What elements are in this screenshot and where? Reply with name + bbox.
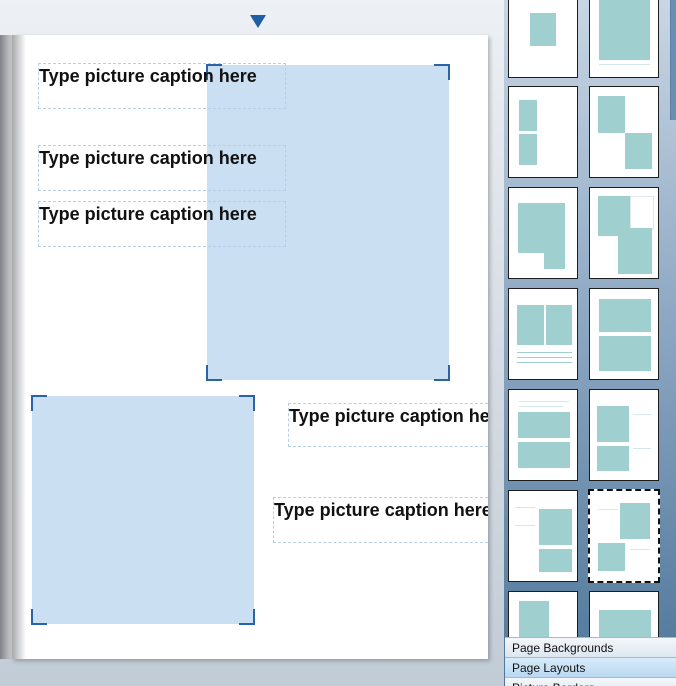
page-workspace: Type picture caption here Type picture c… <box>0 0 504 686</box>
caption-box[interactable]: Type picture caption here <box>273 497 488 543</box>
caption-text: Type picture caption here <box>39 204 257 224</box>
layout-thumbnail[interactable] <box>508 0 578 78</box>
layout-caption-line <box>598 509 618 510</box>
layout-photo-slot <box>544 245 565 269</box>
layout-caption-line <box>633 448 651 449</box>
layout-thumbnail[interactable] <box>589 0 659 78</box>
layout-thumbnail[interactable] <box>508 490 578 582</box>
album-page: Type picture caption here Type picture c… <box>12 35 488 659</box>
layout-photo-slot <box>630 196 654 230</box>
layout-photo-slot <box>599 299 651 332</box>
layout-photo-slot <box>519 601 549 641</box>
layout-thumbnail-selected[interactable] <box>588 489 660 583</box>
layout-photo-slot <box>518 412 570 438</box>
layout-thumbnail[interactable] <box>589 389 659 481</box>
layout-photo-slot <box>598 543 625 571</box>
layout-caption-line <box>630 549 650 550</box>
layout-photo-slot <box>539 549 572 572</box>
caption-box[interactable]: Type picture caption here <box>38 145 286 191</box>
layout-photo-slot <box>618 228 652 274</box>
layout-caption-line <box>519 406 563 407</box>
layout-caption-line <box>517 357 572 358</box>
layout-caption-line <box>517 352 572 353</box>
caption-text: Type picture caption here <box>289 406 488 426</box>
resize-handle[interactable] <box>206 365 222 381</box>
photo-placeholder-small[interactable] <box>31 395 255 625</box>
caption-box[interactable]: Type picture caption here <box>38 201 286 247</box>
layout-thumbnail[interactable] <box>508 187 578 279</box>
layout-caption-line <box>517 362 572 363</box>
resize-handle[interactable] <box>434 64 450 80</box>
layout-photo-slot <box>598 96 625 133</box>
page-gutter-shadow <box>12 35 26 659</box>
resize-handle[interactable] <box>31 609 47 625</box>
resize-handle[interactable] <box>239 395 255 411</box>
layout-photo-slot <box>599 336 651 371</box>
layout-photo-slot <box>546 305 572 345</box>
panel-scrollbar[interactable] <box>670 0 676 120</box>
layout-photo-slot <box>519 100 537 131</box>
layout-caption-line <box>515 525 535 526</box>
layout-photo-slot <box>539 509 572 545</box>
layout-photo-slot <box>518 442 570 468</box>
caption-text: Type picture caption here <box>39 66 257 86</box>
resize-handle[interactable] <box>434 365 450 381</box>
layout-photo-slot <box>530 13 556 46</box>
layout-thumbnail[interactable] <box>508 389 578 481</box>
layout-caption-line <box>599 64 650 65</box>
layout-thumbnail[interactable] <box>508 86 578 178</box>
layout-caption-line <box>515 507 535 508</box>
tab-page-backgrounds[interactable]: Page Backgrounds <box>505 637 676 657</box>
caption-text: Type picture caption here <box>39 148 257 168</box>
layout-photo-slot <box>517 305 544 345</box>
layout-thumbnail[interactable] <box>508 288 578 380</box>
resize-handle[interactable] <box>31 395 47 411</box>
page-position-marker-icon[interactable] <box>250 15 266 28</box>
layout-caption-line <box>519 401 569 402</box>
layout-photo-slot <box>620 503 650 539</box>
tab-picture-borders[interactable]: Picture Borders <box>505 677 676 686</box>
layout-photo-slot <box>597 446 629 471</box>
caption-box[interactable]: Type picture caption here <box>288 403 488 447</box>
layout-photo-slot <box>519 134 537 165</box>
panel-tab-strip: Page Backgrounds Page Layouts Picture Bo… <box>505 637 676 686</box>
layout-photo-slot <box>597 406 629 442</box>
tab-page-layouts[interactable]: Page Layouts <box>505 657 676 677</box>
app-window: Type picture caption here Type picture c… <box>0 0 676 686</box>
resize-handle[interactable] <box>239 609 255 625</box>
layout-photo-slot <box>625 133 652 169</box>
page-layouts-panel <box>504 0 676 686</box>
layout-thumbnail[interactable] <box>589 86 659 178</box>
caption-text: Type picture caption here <box>274 500 488 520</box>
layout-thumbnail[interactable] <box>589 187 659 279</box>
layout-photo-slot <box>599 0 650 60</box>
caption-box[interactable]: Type picture caption here <box>38 63 286 109</box>
layout-thumbnail[interactable] <box>589 288 659 380</box>
layout-caption-line <box>633 414 651 415</box>
